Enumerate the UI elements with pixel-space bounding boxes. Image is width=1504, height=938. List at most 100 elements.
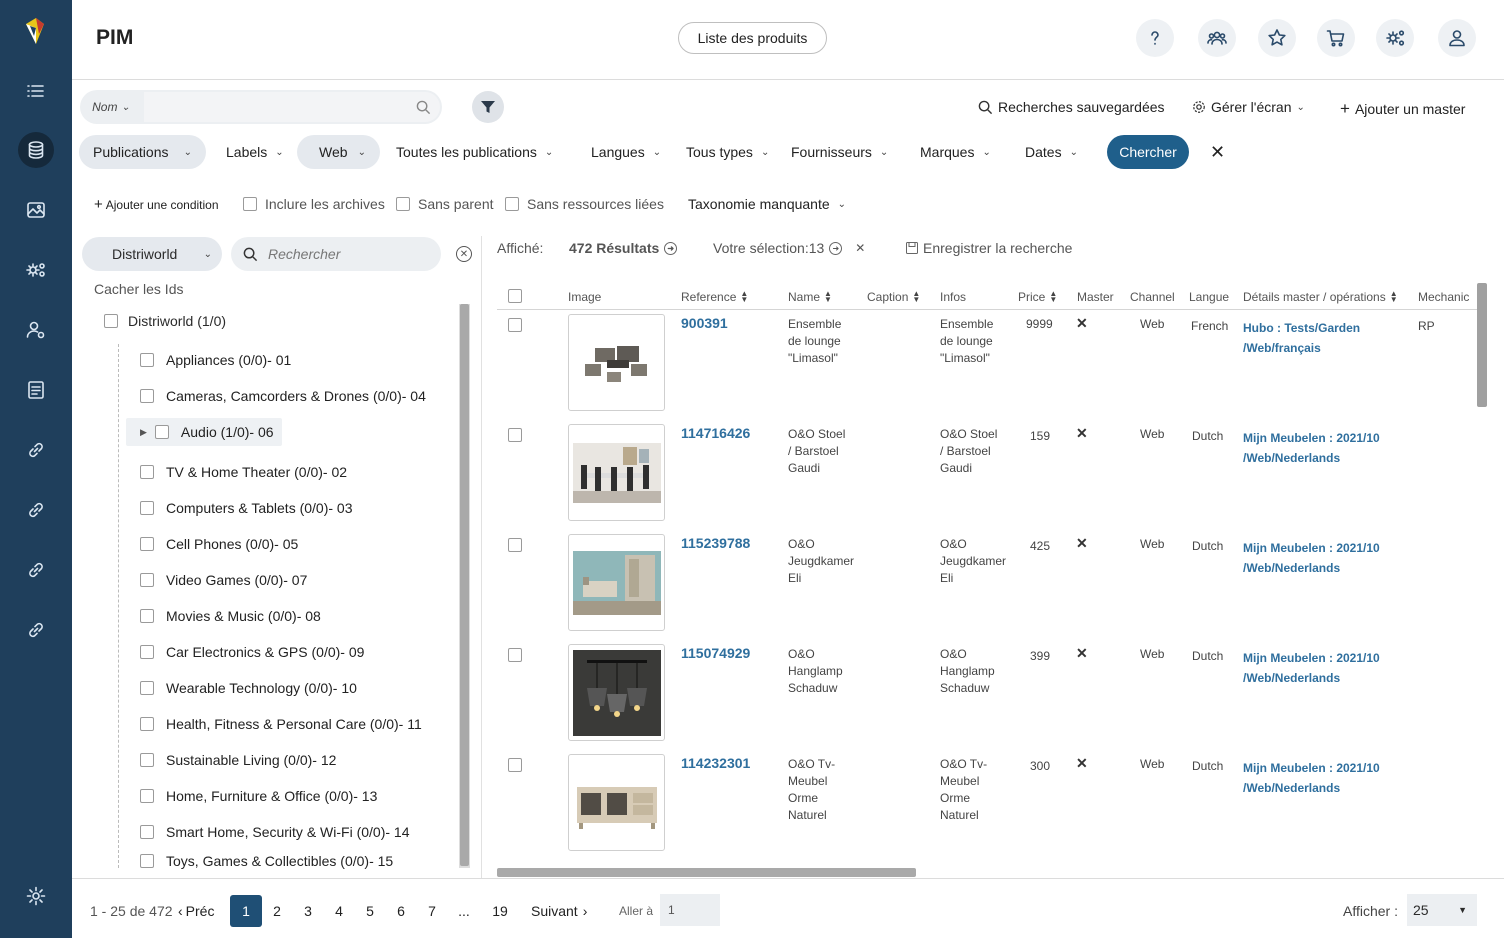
link-icon[interactable] [18, 552, 54, 588]
save-search-button[interactable]: Enregistrer la recherche [906, 240, 1072, 256]
app-logo[interactable] [22, 16, 50, 46]
missing-taxonomy-dropdown[interactable]: Taxonomie manquante ⌄ [688, 196, 846, 212]
checkbox[interactable] [140, 537, 154, 551]
checkbox[interactable] [140, 854, 154, 868]
star-icon[interactable] [1258, 19, 1296, 57]
checkbox[interactable] [140, 645, 154, 659]
filter-publications[interactable]: Publications ⌄ [79, 135, 206, 169]
details-link[interactable]: Mijn Meubelen : 2021/10/Web/Nederlands [1243, 428, 1380, 468]
tree-item[interactable]: Wearable Technology (0/0)- 10 [140, 680, 357, 696]
row-checkbox[interactable] [508, 428, 522, 442]
tree-item[interactable]: Car Electronics & GPS (0/0)- 09 [140, 644, 364, 660]
filter-button[interactable] [472, 91, 504, 123]
tree-item[interactable]: Appliances (0/0)- 01 [140, 352, 291, 368]
tree-item[interactable]: Smart Home, Security & Wi-Fi (0/0)- 14 [140, 824, 410, 840]
search-button[interactable]: Chercher [1107, 135, 1189, 169]
add-condition-button[interactable]: + Ajouter une condition [94, 196, 219, 213]
table-vertical-scrollbar[interactable] [1477, 283, 1487, 407]
tree-item[interactable]: Cell Phones (0/0)- 05 [140, 536, 298, 552]
search-field-select[interactable]: Nom ⌄ [80, 90, 142, 124]
include-archives-checkbox[interactable]: Inclure les archives [243, 196, 385, 212]
product-thumbnail[interactable] [568, 644, 665, 741]
checkbox[interactable] [140, 465, 154, 479]
details-link[interactable]: Mijn Meubelen : 2021/10/Web/Nederlands [1243, 648, 1380, 688]
table-horizontal-scrollbar[interactable] [497, 868, 916, 877]
table-row[interactable]: 900391 Ensemble de lounge "Limasol" Ensemb… [497, 310, 1477, 420]
tree-item[interactable]: Home, Furniture & Office (0/0)- 13 [140, 788, 377, 804]
close-icon[interactable]: ✕ [855, 241, 865, 255]
user-settings-icon[interactable] [18, 312, 54, 348]
catalog-select[interactable]: Distriworld ⌄ [82, 237, 222, 271]
tree-scrollbar-thumb[interactable] [460, 304, 469, 866]
reference-link[interactable]: 115239788 [681, 535, 750, 551]
team-icon[interactable] [1198, 19, 1236, 57]
table-row[interactable]: 115074929 O&O Hanglamp Schaduw O&O Hanglamp… [497, 640, 1477, 750]
tree-item[interactable]: Cameras, Camcorders & Drones (0/0)- 04 [140, 388, 426, 404]
filter-brands[interactable]: Marques ⌄ [906, 135, 1005, 169]
goto-page-input[interactable] [660, 894, 720, 926]
checkbox[interactable] [140, 501, 154, 515]
sort-icon[interactable]: ▲ ▼ [1390, 290, 1398, 304]
checkbox[interactable] [140, 789, 154, 803]
sort-icon[interactable]: ▲ ▼ [1049, 290, 1057, 304]
reference-link[interactable]: 114232301 [681, 755, 750, 771]
column-header-reference[interactable]: Reference ▲ ▼ [681, 290, 748, 305]
checkbox[interactable] [104, 314, 118, 328]
reference-link[interactable]: 115074929 [681, 645, 750, 661]
row-checkbox[interactable] [508, 648, 522, 662]
saved-searches-link[interactable]: Recherches sauvegardées [978, 99, 1165, 115]
manage-screen-menu[interactable]: Gérer l'écran ⌄ [1192, 99, 1305, 115]
checkbox[interactable] [505, 197, 519, 211]
checkbox[interactable] [140, 681, 154, 695]
user-icon[interactable] [1438, 19, 1476, 57]
filter-labels[interactable]: Labels ⌄ [212, 135, 298, 169]
next-page-button[interactable]: Suivant › [531, 895, 587, 927]
filter-languages[interactable]: Langues ⌄ [577, 135, 675, 169]
page-7[interactable]: 7 [424, 895, 440, 927]
page-6[interactable]: 6 [393, 895, 409, 927]
close-icon[interactable]: ✕ [1210, 142, 1225, 163]
product-list-button[interactable]: Liste des produits [678, 22, 827, 54]
checkbox[interactable] [140, 609, 154, 623]
table-row[interactable]: 114716426 O&O Stoel / Barstoel Gaudi O&O S… [497, 420, 1477, 530]
page-5[interactable]: 5 [362, 895, 378, 927]
column-header-caption[interactable]: Caption ▲ ▼ [867, 290, 920, 305]
tree-search-input[interactable]: Rechercher [231, 237, 441, 271]
filter-web[interactable]: Web ⌄ [297, 135, 380, 169]
page-2[interactable]: 2 [269, 895, 285, 927]
column-header-name[interactable]: Name ▲ ▼ [788, 290, 832, 305]
page-19[interactable]: 19 [490, 895, 510, 927]
tree-item[interactable]: Sustainable Living (0/0)- 12 [140, 752, 336, 768]
database-icon[interactable] [18, 132, 54, 168]
link-icon[interactable] [18, 492, 54, 528]
no-resources-checkbox[interactable]: Sans ressources liées [505, 196, 664, 212]
workflow-settings-icon[interactable] [1376, 19, 1414, 57]
settings-network-icon[interactable] [18, 252, 54, 288]
tree-item[interactable]: Video Games (0/0)- 07 [140, 572, 307, 588]
checkbox[interactable] [140, 717, 154, 731]
add-master-button[interactable]: + Ajouter un master [1340, 99, 1465, 119]
sort-icon[interactable]: ▲ ▼ [912, 290, 920, 304]
tree-item[interactable]: Toys, Games & Collectibles (0/0)- 15 [140, 853, 393, 869]
checkbox[interactable] [140, 753, 154, 767]
row-checkbox[interactable] [508, 538, 522, 552]
list-icon[interactable] [18, 73, 54, 109]
cart-icon[interactable] [1317, 19, 1355, 57]
page-4[interactable]: 4 [331, 895, 347, 927]
reference-link[interactable]: 114716426 [681, 425, 750, 441]
checkbox[interactable] [140, 389, 154, 403]
search-input[interactable] [144, 92, 440, 122]
page-3[interactable]: 3 [300, 895, 316, 927]
caret-right-icon[interactable]: ▶ [140, 427, 147, 438]
row-checkbox[interactable] [508, 318, 522, 332]
checkbox[interactable] [396, 197, 410, 211]
filter-types[interactable]: Tous types ⌄ [672, 135, 783, 169]
document-icon[interactable] [18, 372, 54, 408]
product-thumbnail[interactable] [568, 534, 665, 631]
tree-item[interactable]: Computers & Tablets (0/0)- 03 [140, 500, 353, 516]
image-icon[interactable] [18, 192, 54, 228]
product-thumbnail[interactable] [568, 754, 665, 851]
select-all-checkbox[interactable] [508, 289, 522, 303]
checkbox[interactable] [140, 825, 154, 839]
filter-all-publications[interactable]: Toutes les publications ⌄ [382, 135, 567, 169]
